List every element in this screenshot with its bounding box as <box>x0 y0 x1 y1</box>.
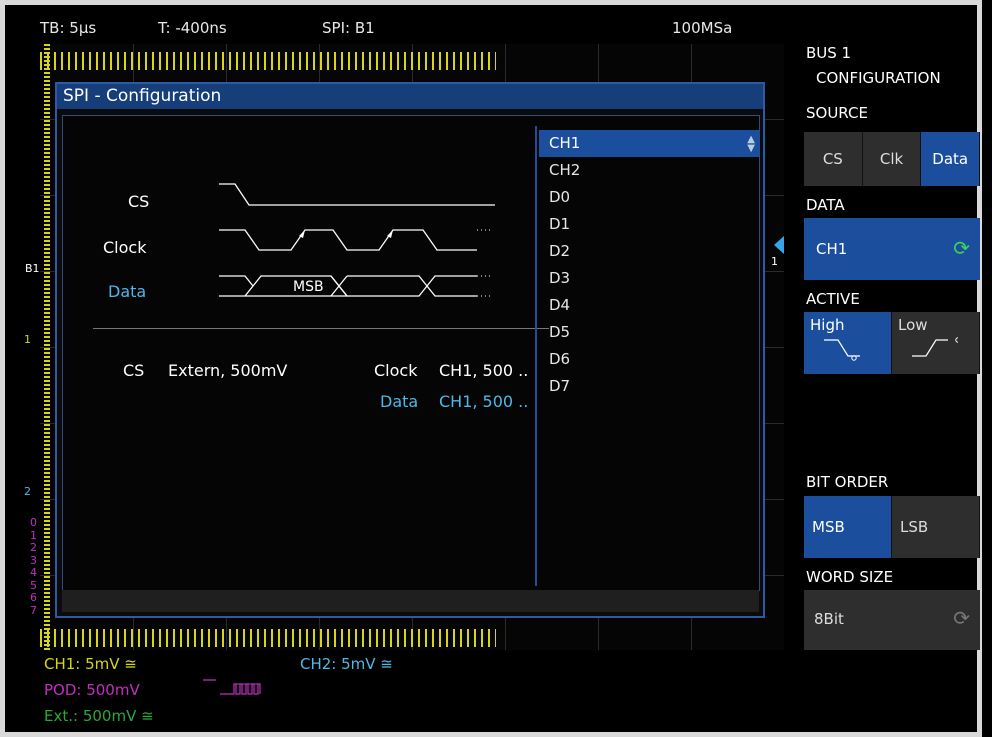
rotary-knob-icon: ⟳ <box>953 606 970 630</box>
timebase-readout[interactable]: TB: 5µs <box>40 19 96 37</box>
data-label: DATA <box>806 196 845 214</box>
data-source-button[interactable]: CH1 ⟳ <box>804 218 980 280</box>
pod-activity-icon <box>203 679 261 695</box>
list-item-d6[interactable]: D6 <box>539 346 759 373</box>
summary-clock-value: CH1, 500 .. <box>439 361 529 380</box>
source-label: SOURCE <box>806 104 868 122</box>
pod-channel-markers: 0 1 2 3 4 5 6 7 <box>30 516 37 617</box>
list-item-d7[interactable]: D7 <box>539 373 759 400</box>
bit-order-segmented-control: MSB LSB <box>804 496 980 558</box>
summary-clock-label: Clock <box>374 361 418 380</box>
active-segmented-control: High Low <box>804 312 980 374</box>
active-high-icon <box>824 339 860 361</box>
dialog-footer-bar <box>62 590 759 612</box>
source-cs-button[interactable]: CS <box>804 132 863 186</box>
list-item-ch2[interactable]: CH2 <box>539 157 759 184</box>
active-label: ACTIVE <box>806 290 860 308</box>
summary-cs-label: CS <box>123 361 145 380</box>
pod-readout[interactable]: POD: 500mV <box>44 681 140 699</box>
ch2-offset-marker[interactable]: 2 <box>24 485 31 498</box>
list-item-d4[interactable]: D4 <box>539 292 759 319</box>
ch1-trace-left <box>44 44 50 650</box>
bus-level-marker: 1 <box>771 255 778 268</box>
clock-signal-label: Clock <box>103 238 147 257</box>
bit-order-msb-button[interactable]: MSB <box>804 496 892 558</box>
list-item-ch1[interactable]: CH1 ▲ ▼ <box>539 130 759 157</box>
bit-order-lsb-button[interactable]: LSB <box>892 496 980 558</box>
bit-order-label: BIT ORDER <box>806 473 889 491</box>
list-item-d3[interactable]: D3 <box>539 265 759 292</box>
cs-signal-label: CS <box>128 192 150 211</box>
msb-bit-label: MSB <box>293 279 324 295</box>
summary-data-value: CH1, 500 .. <box>439 392 529 411</box>
ext-readout[interactable]: Ext.: 500mV ≅ <box>44 707 154 725</box>
pod-channel-label: 4 <box>30 566 37 579</box>
divider <box>93 328 549 329</box>
summary-cs-value: Extern, 500mV <box>168 361 288 380</box>
spinner-arrows-icon: ▲ ▼ <box>747 134 755 154</box>
data-source-value: CH1 <box>816 240 848 258</box>
dialog-body: CS Clock Data MSB CS Extern, 500mV Clock <box>62 115 760 591</box>
ch2-readout[interactable]: CH2: 5mV ≅ <box>300 655 393 673</box>
spi-configuration-dialog: SPI - Configuration CS Clock Data MSB CS <box>55 82 765 618</box>
word-size-value: 8Bit <box>814 610 844 628</box>
source-segmented-control: CS Clk Data <box>804 132 981 186</box>
list-item-d2[interactable]: D2 <box>539 238 759 265</box>
sample-rate-readout: 100MSa <box>672 19 733 37</box>
pod-channel-label: 6 <box>30 591 37 604</box>
word-size-label: WORD SIZE <box>806 568 894 586</box>
dialog-title: SPI - Configuration <box>57 84 763 109</box>
bus-readout[interactable]: SPI: B1 <box>322 19 375 37</box>
source-select-list[interactable]: CH1 ▲ ▼ CH2 D0 D1 D2 D3 D4 D5 D6 D7 <box>535 126 765 586</box>
active-high-button[interactable]: High <box>804 312 892 374</box>
active-low-icon <box>912 337 958 357</box>
active-high-label: High <box>810 316 845 334</box>
bus-marker-b1[interactable]: B1 <box>25 262 40 275</box>
source-clk-button[interactable]: Clk <box>862 132 922 186</box>
pod-channel-label: 2 <box>30 541 37 554</box>
list-item-d5[interactable]: D5 <box>539 319 759 346</box>
menu-title-line1: BUS 1 <box>806 44 852 62</box>
spi-timing-diagram: MSB <box>219 183 495 297</box>
list-item-d0[interactable]: D0 <box>539 184 759 211</box>
trigger-readout[interactable]: T: -400ns <box>158 19 227 37</box>
ch1-readout[interactable]: CH1: 5mV ≅ <box>44 655 137 673</box>
summary-data-label: Data <box>380 392 419 411</box>
data-signal-label: Data <box>108 282 147 301</box>
word-size-button[interactable]: 8Bit ⟳ <box>804 590 980 650</box>
rotary-knob-icon: ⟳ <box>953 236 970 260</box>
list-item-d1[interactable]: D1 <box>539 211 759 238</box>
ch1-trace-bottom <box>40 629 496 647</box>
active-low-button[interactable]: Low <box>892 312 980 374</box>
menu-title-line2: CONFIGURATION <box>816 69 941 87</box>
pod-channel-label: 0 <box>30 516 37 529</box>
ch1-offset-marker[interactable]: 1 <box>24 333 31 346</box>
active-low-label: Low <box>898 316 928 334</box>
ch1-trace-top <box>40 52 496 70</box>
source-data-button[interactable]: Data <box>921 132 981 186</box>
pod-channel-label: 7 <box>30 603 37 617</box>
trigger-level-arrow-icon[interactable] <box>774 236 784 254</box>
